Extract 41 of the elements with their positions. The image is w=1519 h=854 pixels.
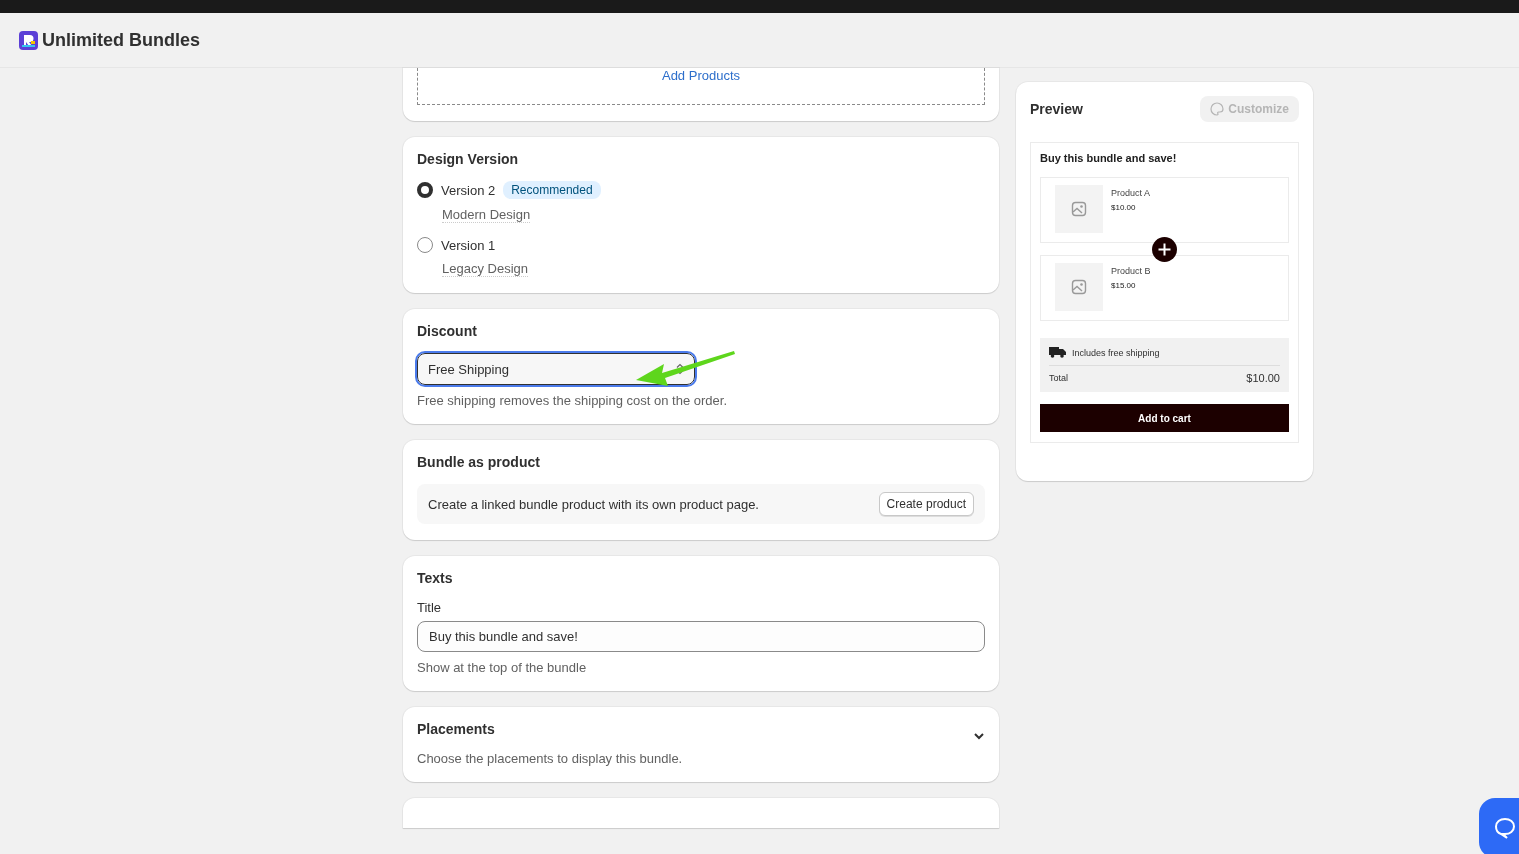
app-logo-icon: [19, 30, 38, 50]
product-price: $10.00: [1111, 203, 1137, 212]
option-description: Modern Design: [442, 207, 531, 223]
option-description: Legacy Design: [442, 261, 528, 277]
card-title: Placements: [417, 721, 495, 737]
radio-button[interactable]: [417, 182, 433, 198]
recommended-badge: Recommended: [503, 181, 601, 199]
option-label: Version 2: [441, 182, 496, 198]
total-label: Total: [1049, 373, 1068, 383]
card-title: Bundle as product: [417, 454, 541, 470]
chat-icon: [1493, 816, 1517, 840]
add-products-link[interactable]: Add Products: [661, 68, 740, 83]
card-title: Preview: [1030, 101, 1083, 117]
discount-select[interactable]: Free Shipping: [417, 353, 695, 385]
image-icon: [1071, 279, 1087, 295]
card-title: Discount: [417, 323, 478, 339]
plus-icon: [1152, 236, 1177, 262]
title-input-field[interactable]: Buy this bundle and save!: [417, 621, 985, 652]
total-value: $10.00: [1246, 372, 1280, 384]
create-product-button[interactable]: Create product: [878, 492, 974, 516]
image-icon: [1071, 201, 1087, 217]
help-text: Free shipping removes the shipping cost on the order.: [417, 393, 728, 408]
product-price: $15.00: [1111, 281, 1137, 290]
shipping-text: Includes free shipping: [1072, 347, 1160, 358]
description-text: Choose the placements to display this bundle.: [417, 751, 684, 766]
arrow-icon: [634, 348, 736, 388]
card-title: Design Version: [417, 151, 520, 167]
product-name: Product A: [1111, 188, 1151, 198]
widget-title: Buy this bundle and save!: [1040, 152, 1178, 164]
card-title: Texts: [417, 570, 454, 586]
product-name: Product B: [1111, 266, 1151, 276]
palette-icon: [1210, 102, 1225, 116]
add-to-cart-button[interactable]: Add to cart: [1040, 404, 1289, 432]
info-text: Create a linked bundle product with its own product page.: [428, 496, 759, 512]
radio-button[interactable]: [417, 237, 433, 253]
field-label: Title: [417, 600, 443, 615]
truck-icon: [1049, 347, 1066, 358]
option-label: Version 1: [441, 237, 496, 253]
chevron-icon[interactable]: [973, 730, 985, 742]
help-text: Show at the top of the bundle: [417, 660, 588, 675]
app-title: Unlimited Bundles: [42, 29, 200, 51]
